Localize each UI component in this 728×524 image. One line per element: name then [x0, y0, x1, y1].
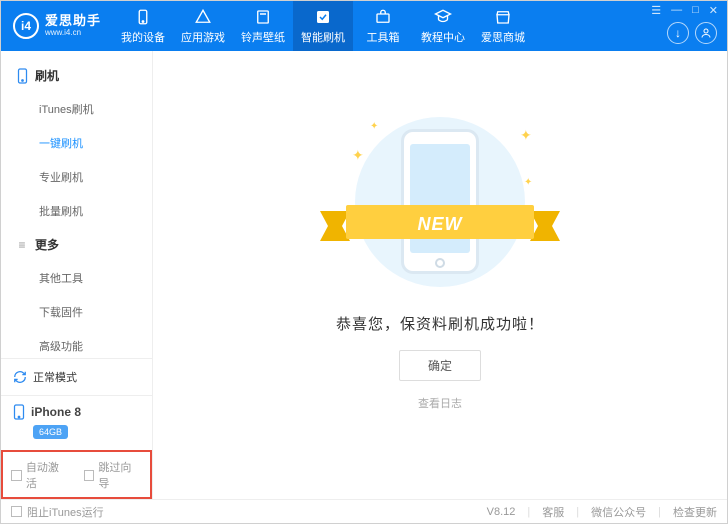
sidebar-item-pro-flash[interactable]: 专业刷机: [1, 160, 152, 194]
nav-label: 教程中心: [421, 29, 465, 45]
app-logo: i4 爱思助手 www.i4.cn: [1, 1, 113, 51]
flash-options-row: 自动激活跳过向导: [1, 450, 152, 499]
connected-device[interactable]: iPhone 8 64GB: [1, 395, 152, 450]
view-log-link[interactable]: 查看日志: [418, 395, 462, 411]
sidebar-group-more[interactable]: ≡更多: [1, 228, 152, 261]
nav-apps-games[interactable]: 应用游戏: [173, 1, 233, 51]
device-mode-status[interactable]: 正常模式: [1, 358, 152, 395]
phone-icon: [13, 404, 25, 420]
sidebar-item-advanced[interactable]: 高级功能: [1, 329, 152, 358]
device-mode-label: 正常模式: [33, 369, 77, 385]
success-illustration: ✦ ✦ ✦ ✦ NEW: [340, 107, 540, 297]
sidebar: 刷机iTunes刷机一键刷机专业刷机批量刷机≡更多其他工具下载固件高级功能 正常…: [1, 51, 153, 499]
device-name: iPhone 8: [31, 405, 81, 419]
device-storage-badge: 64GB: [33, 425, 68, 439]
sparkle-icon: ✦: [352, 147, 362, 157]
checkbox-icon[interactable]: [11, 470, 22, 481]
wechat-link[interactable]: 微信公众号: [591, 504, 646, 520]
top-nav: 我的设备应用游戏铃声壁纸智能刷机 工具箱 教程中心爱思商城: [113, 1, 667, 51]
sparkle-icon: ✦: [370, 121, 380, 131]
new-ribbon-icon: NEW: [320, 205, 560, 247]
block-itunes-label: 阻止iTunes运行: [27, 504, 104, 520]
version-label: V8.12: [487, 506, 516, 518]
app-header: ☰ — □ ✕ i4 爱思助手 www.i4.cn 我的设备应用游戏铃声壁纸智能…: [1, 1, 727, 51]
nav-label: 铃声壁纸: [241, 29, 285, 45]
nav-tutorial[interactable]: 教程中心: [413, 1, 473, 51]
nav-ring-wall[interactable]: 铃声壁纸: [233, 1, 293, 51]
sidebar-item-itunes-flash[interactable]: iTunes刷机: [1, 92, 152, 126]
sidebar-item-batch-flash[interactable]: 批量刷机: [1, 194, 152, 228]
nav-label: 应用游戏: [181, 29, 225, 45]
phone-icon: [15, 68, 29, 84]
logo-badge-icon: i4: [13, 13, 39, 39]
nav-toolbox[interactable]: 工具箱: [353, 1, 413, 51]
checkbox-icon[interactable]: [84, 470, 95, 481]
nav-label: 智能刷机: [301, 29, 345, 45]
check-update-link[interactable]: 检查更新: [673, 504, 717, 520]
option-skip-wizard[interactable]: 跳过向导: [84, 459, 143, 491]
nav-label: 工具箱: [367, 29, 400, 45]
minimize-icon[interactable]: —: [671, 4, 682, 17]
refresh-icon: [13, 370, 27, 384]
menu-icon: ≡: [15, 238, 29, 252]
success-message: 恭喜您，保资料刷机成功啦！: [336, 313, 544, 334]
window-controls: ☰ — □ ✕: [651, 4, 718, 17]
sidebar-group-flash[interactable]: 刷机: [1, 59, 152, 92]
nav-store[interactable]: 爱思商城: [473, 1, 533, 51]
nav-my-device[interactable]: 我的设备: [113, 1, 173, 51]
status-bar: 阻止iTunes运行 V8.12 | 客服 | 微信公众号 | 检查更新: [1, 499, 727, 523]
support-link[interactable]: 客服: [542, 504, 564, 520]
app-subtitle: www.i4.cn: [45, 29, 101, 38]
block-itunes-checkbox[interactable]: [11, 506, 22, 517]
sidebar-item-onekey-flash[interactable]: 一键刷机: [1, 126, 152, 160]
phone-illustration-icon: [401, 129, 479, 274]
user-icon[interactable]: [695, 22, 717, 44]
nav-label: 我的设备: [121, 29, 165, 45]
menu-icon[interactable]: ☰: [651, 4, 661, 17]
nav-smart-flash[interactable]: 智能刷机: [293, 1, 353, 51]
nav-label: 爱思商城: [481, 29, 525, 45]
confirm-button[interactable]: 确定: [399, 350, 481, 381]
download-icon[interactable]: ↓: [667, 22, 689, 44]
option-auto-activate[interactable]: 自动激活: [11, 459, 70, 491]
sparkle-icon: ✦: [524, 177, 534, 187]
sidebar-item-other-tools[interactable]: 其他工具: [1, 261, 152, 295]
sidebar-item-download-fw[interactable]: 下载固件: [1, 295, 152, 329]
main-panel: ✦ ✦ ✦ ✦ NEW 恭喜您，保资料刷机成功啦！ 确定: [153, 51, 727, 499]
close-icon[interactable]: ✕: [709, 4, 718, 17]
sparkle-icon: ✦: [520, 127, 530, 137]
app-title: 爱思助手: [45, 14, 101, 28]
maximize-icon[interactable]: □: [692, 4, 699, 17]
